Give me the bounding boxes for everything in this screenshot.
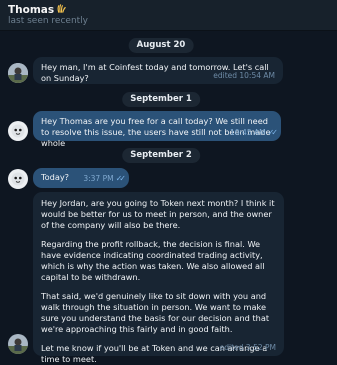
message-timestamp-group: 3:37 PM ✓✓ [83,173,127,184]
date-separator: August 20 [128,38,194,53]
avatar[interactable] [8,63,28,83]
message-text: Today? [41,172,70,182]
chat-header[interactable]: Thomas last seen recently [0,0,337,31]
contact-name[interactable]: Thomas [8,3,67,16]
message-bubble-incoming[interactable]: Hey man, I'm at Coinfest today and tomor… [33,57,283,84]
message-timestamp-group: 10:45 AM ✓✓ [229,127,279,138]
date-separator: September 2 [122,148,200,163]
message-list[interactable]: August 20 Hey man, I'm at Coinfest today… [0,30,337,364]
double-check-icon: ✓✓ [267,128,279,137]
message-paragraph: Hey Jordan, are you going to Token next … [41,198,275,230]
message-bubble-outgoing[interactable]: Hey Thomas are you free for a call today… [33,111,281,148]
message-timestamp: 3:37 PM [83,174,114,183]
avatar[interactable] [8,169,28,189]
message-timestamp: 10:45 AM [229,128,266,137]
avatar[interactable] [8,334,28,354]
message-bubble-incoming[interactable]: Hey Jordan, are you going to Token next … [33,192,284,364]
wave-emoji-icon [56,3,67,16]
message-bubble-outgoing[interactable]: Today? 3:37 PM ✓✓ [33,168,129,188]
double-check-icon: ✓✓ [115,174,127,183]
contact-name-text: Thomas [8,3,55,16]
message-timestamp: edited 10:54 AM [213,71,275,80]
message-paragraph: That said, we'd genuinely like to sit do… [41,291,270,334]
contact-status: last seen recently [8,16,89,26]
date-separator: September 1 [122,92,200,107]
message-paragraph: Regarding the profit rollback, the decis… [41,239,265,282]
message-timestamp: edited 3:52 PM [219,343,276,352]
avatar[interactable] [8,121,28,141]
